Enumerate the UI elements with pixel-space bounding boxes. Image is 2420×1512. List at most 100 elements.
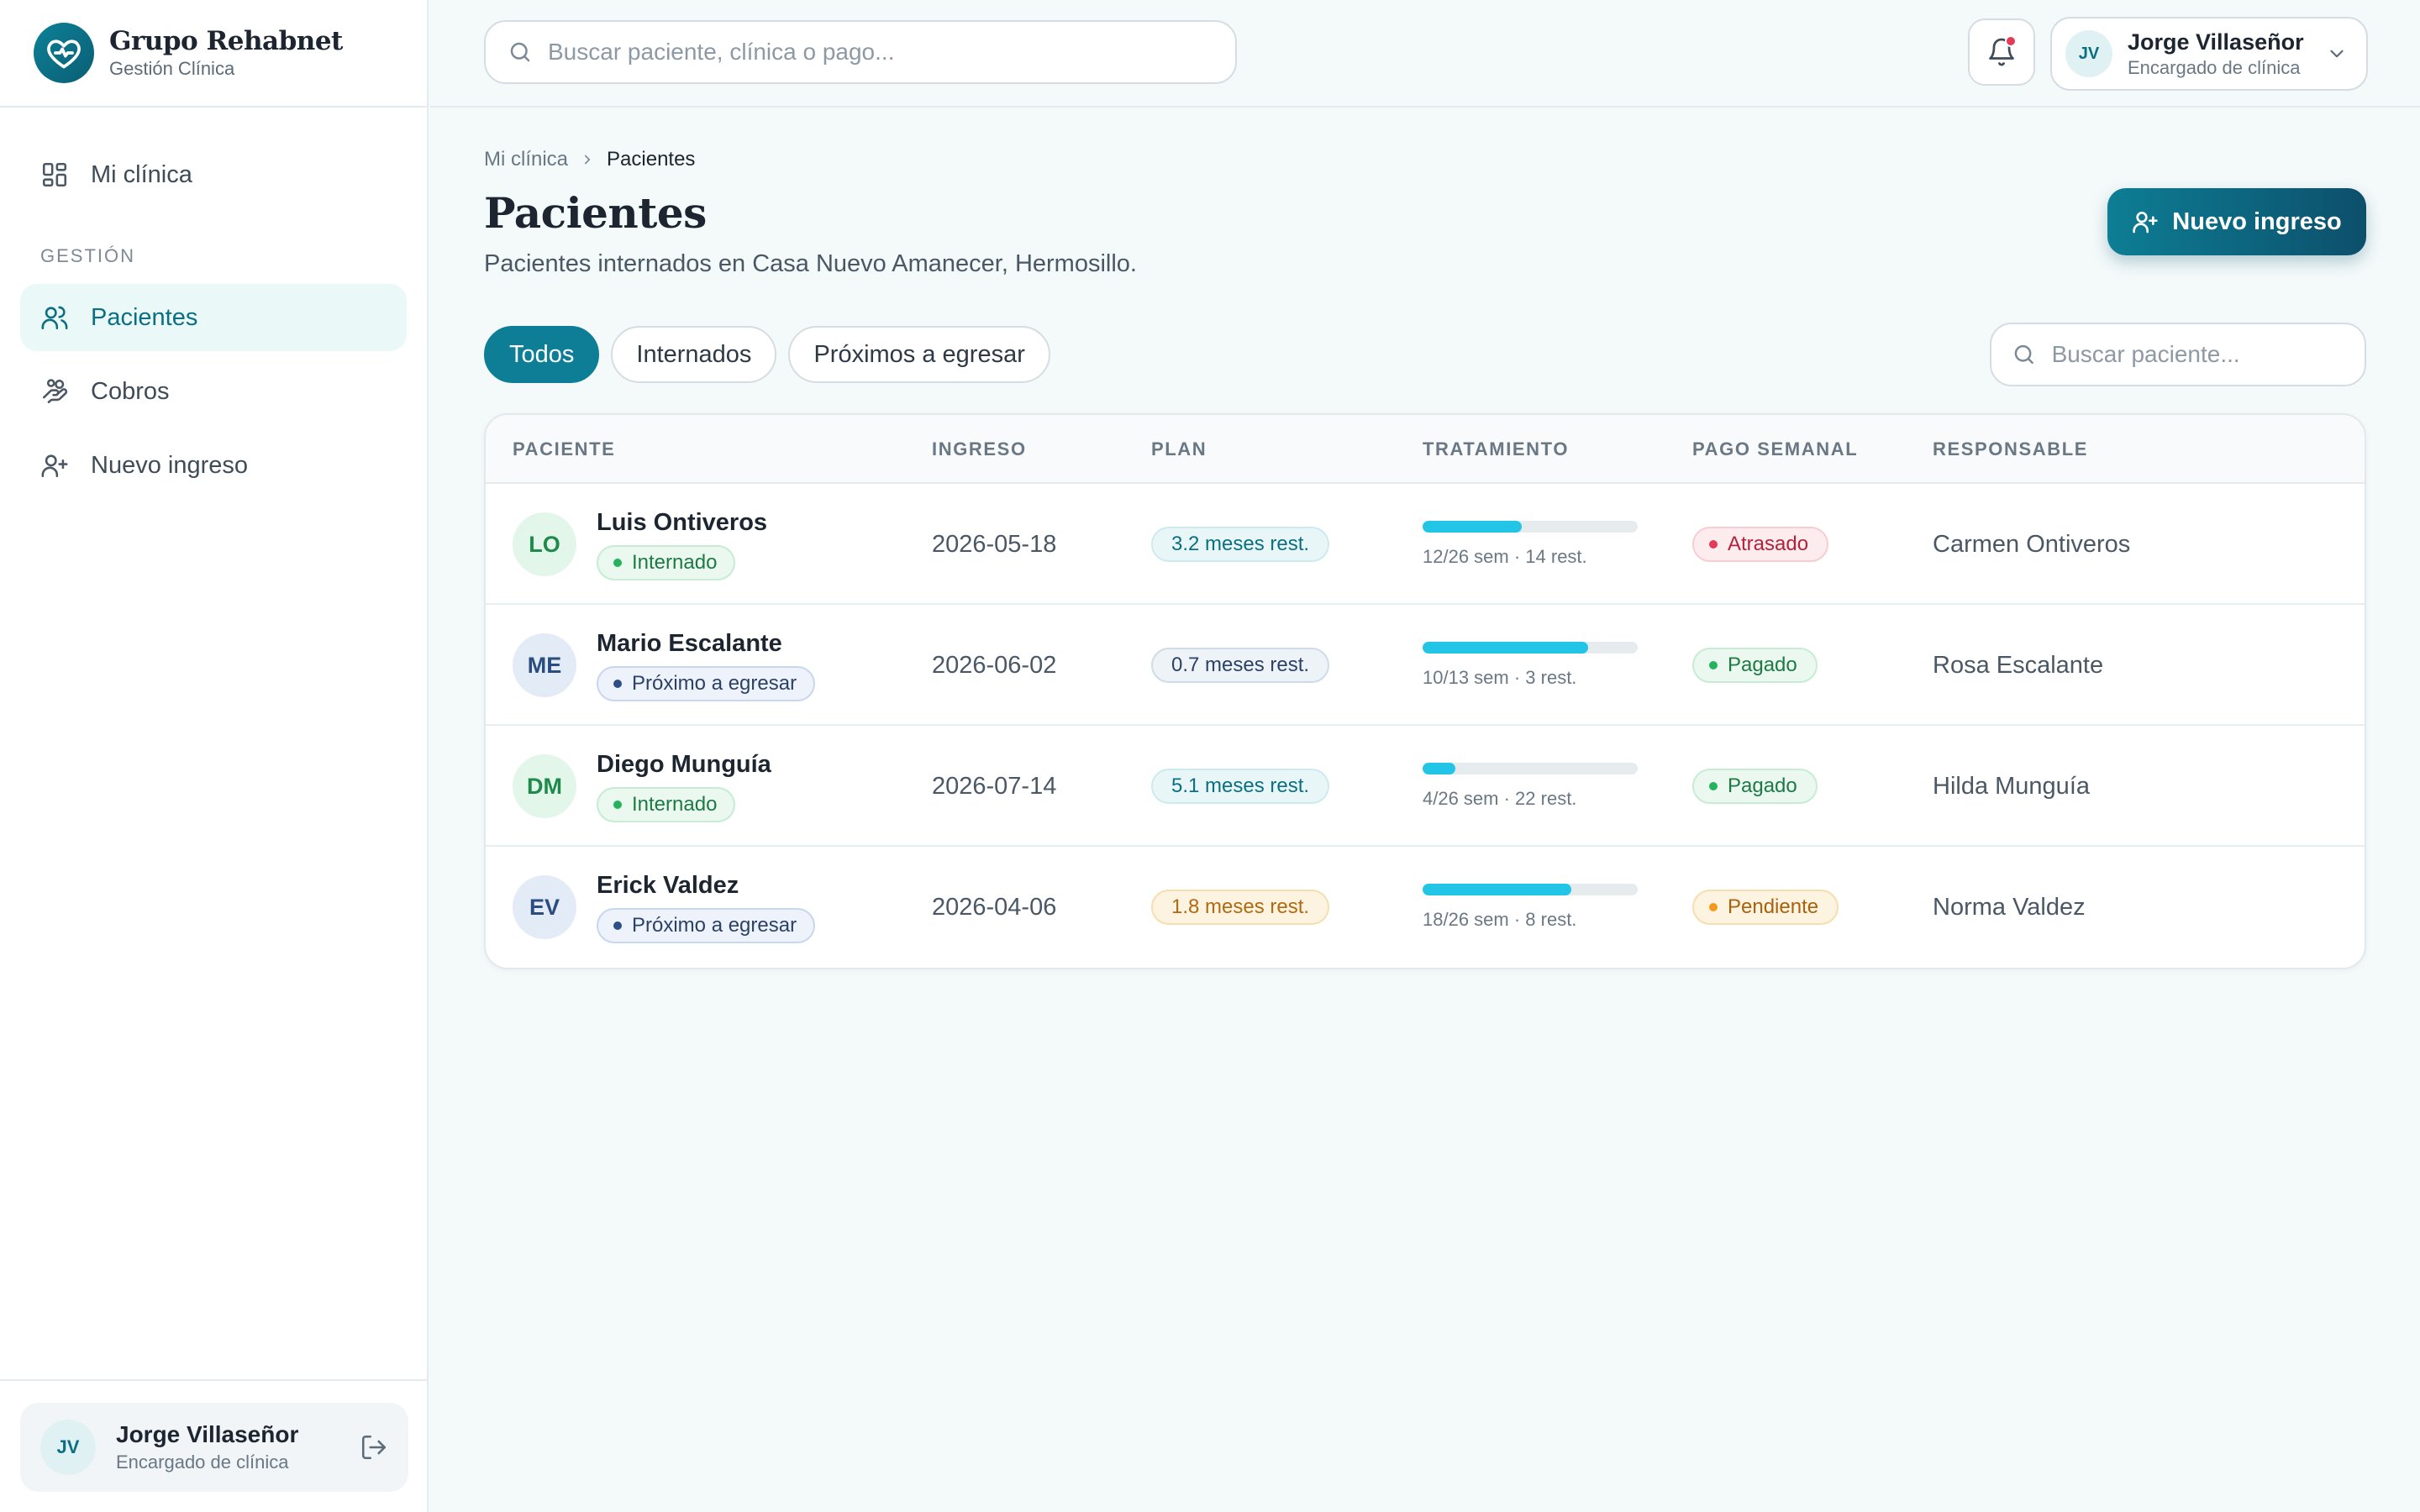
- treatment-progress-bar: [1423, 642, 1638, 654]
- patient-avatar: EV: [513, 875, 576, 939]
- column-header[interactable]: RESPONSABLE: [1933, 438, 2088, 460]
- column-header[interactable]: PACIENTE: [513, 438, 615, 460]
- admission-date: 2026-05-18: [932, 530, 1057, 558]
- filter-tab-internados[interactable]: Internados: [611, 326, 777, 383]
- sidebar-item-mi-clinica[interactable]: Mi clínica: [20, 141, 407, 208]
- status-dot: [1709, 661, 1718, 669]
- filter-tab-todos[interactable]: Todos: [484, 326, 600, 383]
- users-icon: [41, 306, 68, 330]
- user-plus-icon: [2133, 212, 2158, 234]
- patient-avatar: LO: [513, 512, 576, 576]
- new-admission-button[interactable]: Nuevo ingreso: [2107, 188, 2366, 255]
- treatment-progress-bar: [1423, 884, 1638, 895]
- payment-status-badge: Atrasado: [1692, 527, 1829, 562]
- payment-status-label: Pagado: [1728, 774, 1797, 797]
- breadcrumb: Mi clínica Pacientes: [484, 148, 695, 171]
- progress-fill: [1423, 884, 1572, 895]
- patient-status-badge: Internado: [597, 544, 736, 580]
- admission-date: 2026-06-02: [932, 651, 1057, 679]
- column-header[interactable]: PAGO SEMANAL: [1692, 438, 1858, 460]
- responsible-name: Rosa Escalante: [1933, 651, 2104, 679]
- sidebar-user-card[interactable]: JV Jorge Villaseñor Encargado de clínica: [20, 1403, 408, 1492]
- payment-status-label: Atrasado: [1728, 533, 1809, 555]
- user-name: Jorge Villaseñor: [116, 1421, 299, 1447]
- patient-search[interactable]: [1990, 323, 2366, 386]
- status-dot: [1709, 782, 1718, 790]
- patient-name[interactable]: Mario Escalante: [597, 630, 815, 658]
- payment-status-label: Pagado: [1728, 654, 1797, 676]
- notifications-button[interactable]: [1968, 18, 2035, 86]
- treatment-progress-label: 4/26 sem · 22 rest.: [1423, 788, 1577, 809]
- search-icon: [2014, 344, 2033, 365]
- column-header[interactable]: INGRESO: [932, 438, 1027, 460]
- plan-badge: 5.1 meses rest.: [1151, 769, 1330, 804]
- patient-status-label: Próximo a egresar: [632, 913, 797, 937]
- breadcrumb-current: Pacientes: [607, 148, 696, 171]
- payment-status-label: Pendiente: [1728, 895, 1819, 918]
- responsible-name: Hilda Munguía: [1933, 772, 2090, 800]
- patient-name[interactable]: Erick Valdez: [597, 872, 815, 900]
- plan-badge: 0.7 meses rest.: [1151, 648, 1330, 683]
- patient-status-label: Internado: [632, 550, 718, 574]
- topbar: JV Jorge Villaseñor Encargado de clínica: [430, 0, 2420, 108]
- treatment-progress-label: 18/26 sem · 8 rest.: [1423, 909, 1577, 930]
- sidebar-item-label: Pacientes: [91, 303, 198, 331]
- status-dot: [613, 921, 622, 930]
- sidebar: Grupo Rehabnet Gestión Clínica Mi clínic…: [0, 0, 429, 1512]
- responsible-name: Norma Valdez: [1933, 893, 2086, 921]
- admission-date: 2026-04-06: [932, 893, 1057, 921]
- global-search-input[interactable]: [548, 39, 1203, 66]
- sidebar-item-cobros[interactable]: Cobros: [20, 358, 407, 425]
- brand[interactable]: Grupo Rehabnet Gestión Clínica: [0, 0, 427, 108]
- patient-status-badge: Próximo a egresar: [597, 665, 816, 701]
- admission-date: 2026-07-14: [932, 772, 1057, 800]
- patient-name[interactable]: Luis Ontiveros: [597, 509, 767, 537]
- responsible-name: Carmen Ontiveros: [1933, 530, 2131, 558]
- column-header[interactable]: PLAN: [1151, 438, 1207, 460]
- payment-status-badge: Pendiente: [1692, 890, 1839, 925]
- status-dot: [613, 679, 622, 688]
- sidebar-nav: Mi clínica GESTIÓN Pacientes Cobros Nuev…: [0, 108, 427, 499]
- sidebar-item-label: Cobros: [91, 377, 170, 405]
- patient-search-input[interactable]: [2051, 341, 2365, 368]
- global-search[interactable]: [484, 20, 1237, 84]
- page-subtitle: Pacientes internados en Casa Nuevo Amane…: [484, 250, 1137, 277]
- status-dot: [1709, 540, 1718, 549]
- table-row[interactable]: DM Diego Munguía Internado 2026-07-14 5.…: [486, 726, 2365, 847]
- table-body: LO Luis Ontiveros Internado 2026-05-18 3…: [486, 484, 2365, 968]
- patient-status-badge: Internado: [597, 786, 736, 822]
- column-header[interactable]: TRATAMIENTO: [1423, 438, 1569, 460]
- dashboard-icon: [42, 162, 67, 187]
- payment-status-badge: Pagado: [1692, 769, 1818, 804]
- payment-status-badge: Pagado: [1692, 648, 1818, 683]
- table-row[interactable]: ME Mario Escalante Próximo a egresar 202…: [486, 605, 2365, 726]
- user-menu[interactable]: JV Jorge Villaseñor Encargado de clínica: [2050, 17, 2368, 91]
- plan-badge: 1.8 meses rest.: [1151, 890, 1330, 925]
- progress-fill: [1423, 521, 1523, 533]
- treatment-progress-bar: [1423, 763, 1638, 774]
- sidebar-item-nuevo-ingreso[interactable]: Nuevo ingreso: [20, 432, 407, 499]
- chevron-right-icon: [584, 155, 591, 165]
- sidebar-item-label: Nuevo ingreso: [91, 451, 248, 479]
- progress-fill: [1423, 642, 1588, 654]
- plan-badge: 3.2 meses rest.: [1151, 527, 1330, 562]
- patient-avatar: DM: [513, 754, 576, 818]
- patient-status-badge: Próximo a egresar: [597, 907, 816, 943]
- user-role: Encargado de clínica: [116, 1452, 289, 1473]
- table-header: PACIENTE INGRESO PLAN TRATAMIENTO PAGO S…: [486, 415, 2365, 484]
- treatment-progress-bar: [1423, 521, 1638, 533]
- filter-tab-proximos[interactable]: Próximos a egresar: [788, 326, 1050, 383]
- breadcrumb-parent[interactable]: Mi clínica: [484, 148, 568, 171]
- user-plus-icon: [41, 454, 68, 478]
- table-row[interactable]: EV Erick Valdez Próximo a egresar 2026-0…: [486, 847, 2365, 968]
- chevron-down-icon: [2330, 50, 2344, 58]
- sidebar-item-pacientes[interactable]: Pacientes: [20, 284, 407, 351]
- heart-pulse-icon: [34, 23, 94, 83]
- progress-fill: [1423, 763, 1456, 774]
- patient-name[interactable]: Diego Munguía: [597, 751, 771, 779]
- table-row[interactable]: LO Luis Ontiveros Internado 2026-05-18 3…: [486, 484, 2365, 605]
- patient-status-label: Próximo a egresar: [632, 671, 797, 695]
- treatment-progress-label: 12/26 sem · 14 rest.: [1423, 546, 1587, 567]
- logout-icon[interactable]: [360, 1433, 388, 1462]
- patients-table: PACIENTE INGRESO PLAN TRATAMIENTO PAGO S…: [484, 413, 2366, 969]
